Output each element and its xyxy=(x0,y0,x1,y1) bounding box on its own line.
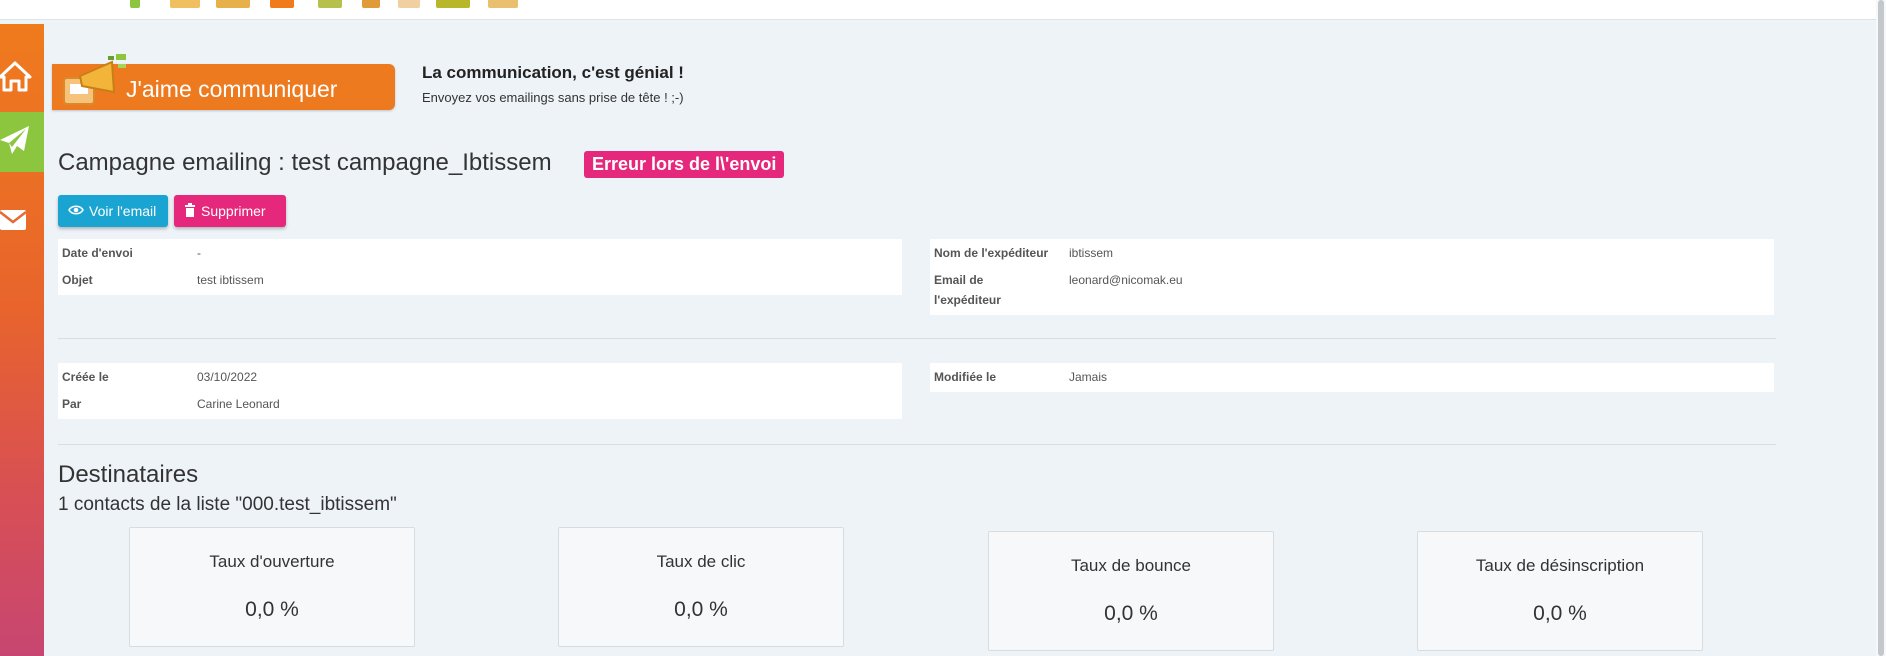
author-label: Par xyxy=(62,397,82,411)
toolbar-icon[interactable] xyxy=(488,0,518,8)
stat-label: Taux de clic xyxy=(656,552,746,571)
vertical-scrollbar[interactable] xyxy=(1876,0,1886,656)
megaphone-icon xyxy=(60,52,130,117)
modified-value: Jamais xyxy=(1069,370,1108,384)
send-date-value: - xyxy=(197,246,201,260)
created-value: 03/10/2022 xyxy=(197,370,258,384)
stat-card-unsubscribe-rate: Taux de désinscription 0,0 % xyxy=(1417,531,1703,651)
meta-table-left: Créée le 03/10/2022 Par Carine Leonard xyxy=(58,363,902,419)
view-email-label: Voir l'email xyxy=(89,203,157,219)
sender-email-value: leonard@nicomak.eu xyxy=(1069,273,1183,287)
details-table-right: Nom de l'expéditeur ibtissem Email de l'… xyxy=(930,239,1774,315)
toolbar-icon[interactable] xyxy=(362,0,380,8)
toolbar-icon[interactable] xyxy=(270,0,294,8)
sender-email-label-line2: l'expéditeur xyxy=(934,293,1001,307)
toolbar-icon[interactable] xyxy=(170,0,200,8)
page-title: Campagne emailing : test campagne_Ibtiss… xyxy=(58,149,552,176)
sidebar-item-campaigns[interactable] xyxy=(0,112,44,172)
recipients-title: Destinataires xyxy=(58,461,199,488)
toolbar-icon[interactable] xyxy=(398,0,420,8)
paper-plane-icon xyxy=(0,123,32,162)
toolbar-icon[interactable] xyxy=(436,0,470,8)
stat-card-bounce-rate: Taux de bounce 0,0 % xyxy=(988,531,1274,651)
toolbar-icon[interactable] xyxy=(318,0,342,8)
stat-card-click-rate: Taux de clic 0,0 % xyxy=(558,527,844,647)
stat-value: 0,0 % xyxy=(245,598,299,621)
top-toolbar xyxy=(0,0,1886,20)
sidebar xyxy=(0,24,44,656)
recipients-summary: 1 contacts de la liste "000.test_ibtisse… xyxy=(58,494,397,515)
created-label: Créée le xyxy=(62,370,109,384)
status-badge: Erreur lors de l\'envoi xyxy=(584,151,785,178)
meta-table-right: Modifiée le Jamais xyxy=(930,363,1774,392)
sender-email-label: Email de xyxy=(934,273,984,287)
envelope-icon xyxy=(0,205,30,240)
stat-card-open-rate: Taux d'ouverture 0,0 % xyxy=(129,527,415,647)
toolbar-icon[interactable] xyxy=(130,0,140,8)
stat-value: 0,0 % xyxy=(1533,602,1587,625)
delete-label: Supprimer xyxy=(201,203,266,219)
delete-button[interactable]: Supprimer xyxy=(174,195,286,227)
modified-label: Modifiée le xyxy=(934,370,997,384)
stat-label: Taux de désinscription xyxy=(1475,556,1645,575)
sidebar-item-messages[interactable] xyxy=(0,192,44,252)
stat-label: Taux d'ouverture xyxy=(209,552,335,571)
author-value: Carine Leonard xyxy=(197,397,280,411)
banner-title: J'aime communiquer xyxy=(126,76,338,102)
trash-icon xyxy=(184,202,201,220)
view-email-button[interactable]: Voir l'email xyxy=(58,195,168,227)
stat-value: 0,0 % xyxy=(1104,602,1158,625)
slogan-title: La communication, c'est génial ! xyxy=(422,63,684,82)
sender-name-label: Nom de l'expéditeur xyxy=(934,246,1049,260)
divider xyxy=(58,338,1776,339)
sender-name-value: ibtissem xyxy=(1069,246,1114,260)
toolbar-icon[interactable] xyxy=(216,0,250,8)
divider xyxy=(58,444,1776,445)
stat-label: Taux de bounce xyxy=(1070,556,1192,575)
details-table-left: Date d'envoi - Objet test ibtissem xyxy=(58,239,902,295)
eye-icon xyxy=(68,203,89,219)
scrollbar-thumb[interactable] xyxy=(1878,0,1884,656)
subject-value: test ibtissem xyxy=(197,273,264,287)
subject-label: Objet xyxy=(62,273,93,287)
stat-value: 0,0 % xyxy=(674,598,728,621)
slogan-subtitle: Envoyez vos emailings sans prise de tête… xyxy=(422,90,684,105)
send-date-label: Date d'envoi xyxy=(62,246,133,260)
home-icon xyxy=(0,59,32,98)
sidebar-item-home[interactable] xyxy=(0,48,44,108)
